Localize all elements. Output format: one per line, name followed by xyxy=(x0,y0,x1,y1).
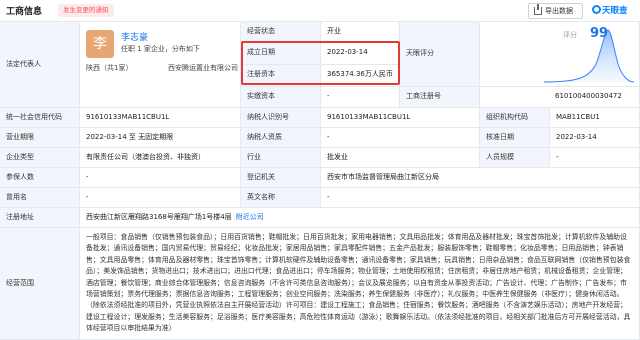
legal-rep-company[interactable]: 西安腾运置业有限公司 xyxy=(168,63,238,73)
staff-value: - xyxy=(550,148,640,168)
taxpayer-qual-label: 纳税人资质 xyxy=(241,128,321,148)
authority-label: 登记机关 xyxy=(241,168,321,188)
insured-value: - xyxy=(80,168,241,188)
address-value: 西安曲江新区雁翔路3168号雁翔广场1号楼4层 xyxy=(86,213,232,221)
paid-capital-label: 实缴资本 xyxy=(241,87,321,108)
english-name-value: - xyxy=(321,188,640,208)
legal-rep-province: 陕西（共1家） xyxy=(86,64,133,72)
industry-label: 行业 xyxy=(241,148,321,168)
term-value: 2022-03-14 至 无固定期限 xyxy=(80,128,241,148)
score-label: 天眼评分 xyxy=(400,22,480,87)
tianyancha-eye-icon xyxy=(592,5,601,14)
address-label: 注册地址 xyxy=(0,208,80,228)
score-sublabel: 评分 xyxy=(563,31,577,39)
brand-logo: 天眼查 xyxy=(592,4,628,16)
section-title: 工商信息 xyxy=(6,7,43,17)
approval-date-label: 核准日期 xyxy=(480,128,550,148)
credit-code-value: 91610133MAB11CBU1L xyxy=(80,108,241,128)
scope-value: 一般项目：食品销售（仅销售预包装食品）；日用百货销售；鞋帽批发；日用百货批发；家… xyxy=(80,228,640,340)
org-code-value: MAB11CBU1 xyxy=(550,108,640,128)
reg-capital-value: 365374.36万人民币 xyxy=(321,65,400,87)
est-date-value: 2022-03-14 xyxy=(321,43,400,65)
section-header: 工商信息 发生变更的通知 导出数据 天眼查 xyxy=(0,0,640,22)
reg-no-label: 工商注册号 xyxy=(400,87,480,108)
export-button[interactable]: 导出数据 xyxy=(528,3,583,19)
industry-value: 批发业 xyxy=(321,148,480,168)
taxpayer-qual-value: - xyxy=(321,128,480,148)
legal-rep-name[interactable]: 李志豪 xyxy=(121,30,148,43)
former-name-value: - xyxy=(80,188,241,208)
paid-capital-value: - xyxy=(321,87,400,108)
legal-rep-label: 法定代表人 xyxy=(0,22,80,108)
reg-capital-label: 注册资本 xyxy=(241,65,321,87)
scope-label: 经营范围 xyxy=(0,228,80,340)
former-name-label: 曾用名 xyxy=(0,188,80,208)
insured-label: 参保人数 xyxy=(0,168,80,188)
score-cell xyxy=(480,22,640,87)
avatar: 李 xyxy=(86,30,114,58)
score-value: 99 xyxy=(590,26,609,41)
type-value: 有限责任公司（港澳台投资、非独资） xyxy=(80,148,241,168)
status-value: 开业 xyxy=(321,22,400,43)
type-label: 企业类型 xyxy=(0,148,80,168)
nearby-companies-link[interactable]: 附近公司 xyxy=(236,213,264,221)
credit-code-label: 统一社会信用代码 xyxy=(0,108,80,128)
change-notice-badge[interactable]: 发生变更的通知 xyxy=(58,4,114,17)
org-code-label: 组织机构代码 xyxy=(480,108,550,128)
status-label: 经营状态 xyxy=(241,22,321,43)
export-icon xyxy=(534,4,542,15)
reg-no-value: 610100400030472 xyxy=(480,87,640,108)
legal-rep-meta: 任职 1 家企业，分布如下 xyxy=(121,45,200,53)
authority-value: 西安市市场监督管理局曲江新区分局 xyxy=(321,168,640,188)
english-name-label: 英文名称 xyxy=(241,188,321,208)
score-curve-icon xyxy=(543,29,634,83)
staff-label: 人员规模 xyxy=(480,148,550,168)
approval-date-value: 2022-03-14 xyxy=(550,128,640,148)
term-label: 营业期限 xyxy=(0,128,80,148)
est-date-label: 成立日期 xyxy=(241,43,321,65)
export-label: 导出数据 xyxy=(545,7,573,15)
brand-text: 天眼查 xyxy=(602,6,628,16)
taxpayer-id-label: 纳税人识别号 xyxy=(241,108,321,128)
address-cell: 西安曲江新区雁翔路3168号雁翔广场1号楼4层 附近公司 xyxy=(80,208,640,228)
taxpayer-id-value: 91610133MAB11CBU1L xyxy=(321,108,480,128)
